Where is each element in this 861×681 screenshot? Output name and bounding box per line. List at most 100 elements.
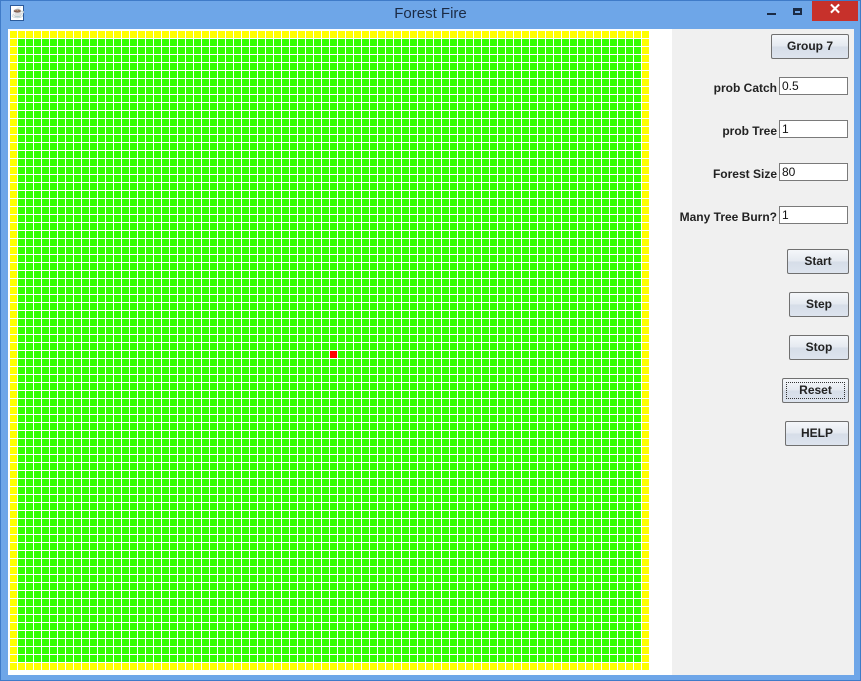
tree-cell — [562, 191, 569, 198]
close-button[interactable]: ✕ — [812, 1, 858, 21]
tree-cell — [634, 111, 641, 118]
tree-cell — [346, 519, 353, 526]
tree-cell — [418, 511, 425, 518]
tree-cell — [106, 159, 113, 166]
tree-cell — [626, 87, 633, 94]
tree-cell — [18, 167, 25, 174]
maximize-button[interactable] — [784, 1, 811, 21]
title-bar[interactable]: ☕ Forest Fire ✕ — [1, 1, 860, 28]
tree-cell — [130, 343, 137, 350]
tree-cell — [26, 263, 33, 270]
tree-cell — [306, 447, 313, 454]
tree-cell — [74, 63, 81, 70]
tree-cell — [378, 447, 385, 454]
tree-cell — [202, 327, 209, 334]
tree-cell — [258, 407, 265, 414]
tree-cell — [434, 399, 441, 406]
tree-cell — [314, 359, 321, 366]
tree-cell — [74, 319, 81, 326]
tree-cell — [338, 159, 345, 166]
tree-cell — [514, 343, 521, 350]
tree-cell — [194, 479, 201, 486]
tree-cell — [42, 223, 49, 230]
tree-cell — [378, 239, 385, 246]
tree-cell — [410, 367, 417, 374]
tree-cell — [586, 239, 593, 246]
tree-cell — [114, 231, 121, 238]
tree-cell — [186, 399, 193, 406]
tree-cell — [218, 191, 225, 198]
tree-cell — [538, 335, 545, 342]
border-cell — [474, 31, 481, 38]
tree-cell — [106, 87, 113, 94]
tree-cell — [322, 159, 329, 166]
tree-cell — [226, 343, 233, 350]
tree-cell — [602, 255, 609, 262]
tree-cell — [210, 399, 217, 406]
tree-cell — [370, 311, 377, 318]
tree-cell — [290, 87, 297, 94]
tree-cell — [114, 527, 121, 534]
tree-cell — [146, 71, 153, 78]
border-cell — [10, 183, 17, 190]
tree-cell — [186, 87, 193, 94]
tree-cell — [618, 407, 625, 414]
tree-cell — [226, 407, 233, 414]
tree-cell — [178, 511, 185, 518]
tree-cell — [74, 183, 81, 190]
tree-cell — [522, 311, 529, 318]
tree-cell — [82, 487, 89, 494]
tree-cell — [322, 423, 329, 430]
tree-cell — [82, 447, 89, 454]
tree-cell — [58, 239, 65, 246]
tree-cell — [482, 183, 489, 190]
tree-cell — [482, 423, 489, 430]
tree-cell — [74, 111, 81, 118]
tree-cell — [290, 391, 297, 398]
tree-cell — [410, 175, 417, 182]
tree-cell — [26, 503, 33, 510]
tree-cell — [610, 47, 617, 54]
border-cell — [10, 223, 17, 230]
tree-cell — [242, 223, 249, 230]
tree-cell — [18, 255, 25, 262]
tree-cell — [250, 95, 257, 102]
tree-cell — [594, 415, 601, 422]
tree-cell — [306, 335, 313, 342]
tree-cell — [322, 263, 329, 270]
tree-cell — [402, 47, 409, 54]
tree-cell — [82, 471, 89, 478]
tree-cell — [434, 223, 441, 230]
tree-cell — [434, 279, 441, 286]
tree-cell — [90, 519, 97, 526]
tree-cell — [570, 159, 577, 166]
tree-cell — [210, 151, 217, 158]
minimize-button[interactable] — [758, 1, 784, 21]
tree-cell — [538, 383, 545, 390]
tree-cell — [410, 103, 417, 110]
tree-cell — [66, 71, 73, 78]
tree-cell — [162, 407, 169, 414]
tree-cell — [162, 367, 169, 374]
tree-cell — [330, 519, 337, 526]
tree-cell — [50, 111, 57, 118]
tree-cell — [586, 71, 593, 78]
tree-cell — [386, 495, 393, 502]
tree-cell — [322, 359, 329, 366]
tree-cell — [298, 175, 305, 182]
border-cell — [642, 31, 649, 38]
tree-cell — [346, 351, 353, 358]
tree-cell — [170, 295, 177, 302]
tree-cell — [282, 39, 289, 46]
tree-cell — [474, 415, 481, 422]
tree-cell — [154, 263, 161, 270]
tree-cell — [154, 295, 161, 302]
tree-cell — [482, 367, 489, 374]
tree-cell — [538, 303, 545, 310]
tree-cell — [306, 319, 313, 326]
tree-cell — [66, 87, 73, 94]
tree-cell — [610, 159, 617, 166]
tree-cell — [570, 519, 577, 526]
tree-cell — [490, 183, 497, 190]
tree-cell — [250, 295, 257, 302]
